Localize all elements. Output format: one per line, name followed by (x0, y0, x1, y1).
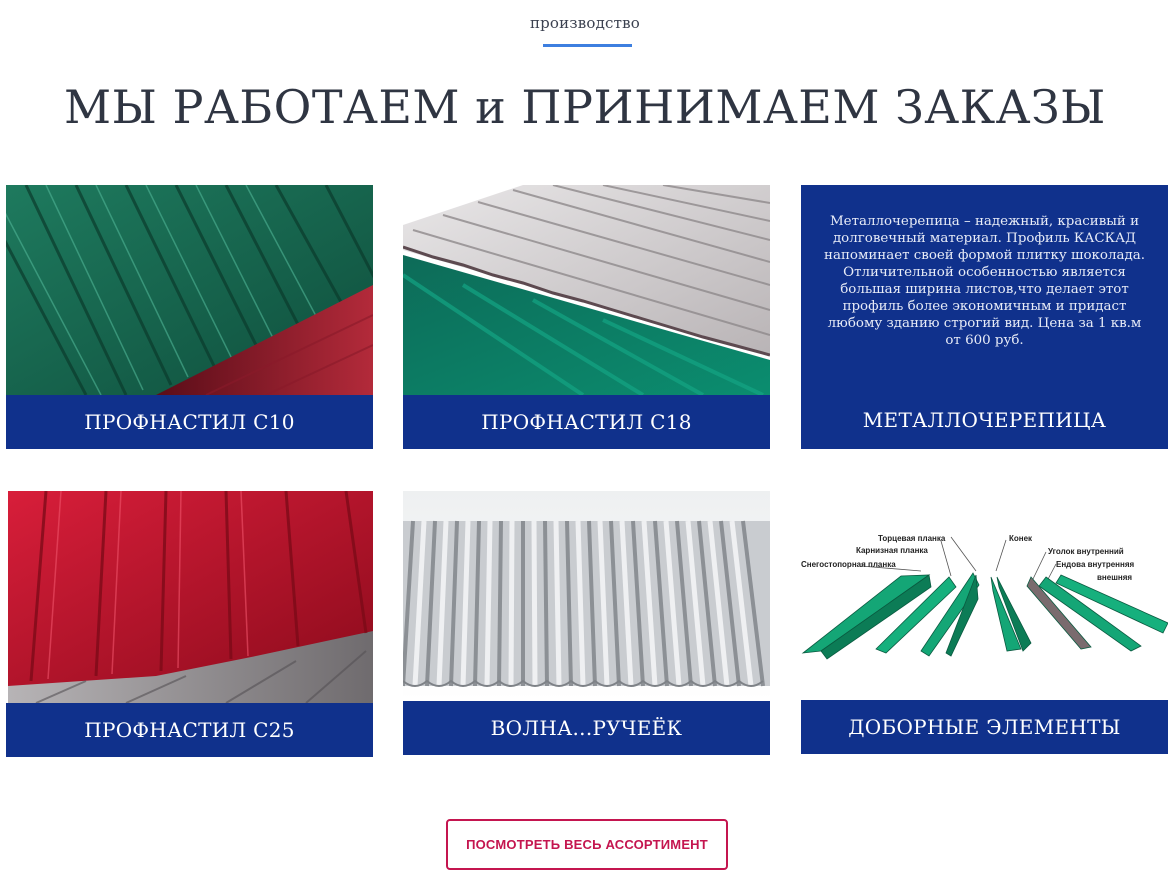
product-card-c18[interactable]: ПРОФНАСТИЛ С18 (403, 185, 770, 449)
product-image-wave (403, 491, 770, 701)
product-image-c18 (403, 185, 770, 395)
card-label: ПРОФНАСТИЛ С10 (6, 395, 373, 449)
diagram-label: Ендова внутренняя (1056, 560, 1135, 569)
card-label: МЕТАЛЛОЧЕРЕПИЦА (801, 393, 1168, 447)
product-card-c25[interactable]: ПРОФНАСТИЛ С25 (6, 491, 373, 757)
section-subtitle: производство (529, 14, 641, 32)
product-card-wave[interactable]: ВОЛНА...РУЧЕЁК (403, 491, 770, 755)
product-card-metal-tile[interactable]: Металлочерепица – надежный, красивый и д… (801, 185, 1168, 449)
card-label: ДОБОРНЫЕ ЭЛЕМЕНТЫ (801, 700, 1168, 754)
diagram-label: Конек (1009, 534, 1033, 543)
page-title: МЫ РАБОТАЕМ и ПРИНИМАЕМ ЗАКАЗЫ (64, 80, 1106, 134)
card-description: Металлочерепица – надежный, красивый и д… (824, 214, 1145, 348)
diagram-label: внешняя (1097, 573, 1132, 582)
view-all-assortment-button[interactable]: ПОСМОТРЕТЬ ВЕСЬ АССОРТИМЕНТ (446, 819, 728, 870)
card-label: ПРОФНАСТИЛ С25 (6, 703, 373, 757)
diagram-label: Торцевая планка (878, 534, 946, 543)
diagram-label: Снегостопорная планка (801, 560, 896, 569)
product-card-trim[interactable]: Торцевая планка Карнизная планка Снегост… (801, 491, 1168, 755)
card-label: ВОЛНА...РУЧЕЁК (403, 701, 770, 755)
product-card-c10[interactable]: ПРОФНАСТИЛ С10 (6, 185, 373, 449)
product-image-c25 (6, 491, 373, 703)
product-image-c10 (6, 185, 373, 395)
subtitle-underline (543, 44, 632, 47)
diagram-label: Карнизная планка (856, 546, 928, 555)
diagram-label: Уголок внутренний (1048, 547, 1124, 556)
product-image-trim: Торцевая планка Карнизная планка Снегост… (801, 491, 1168, 700)
card-label: ПРОФНАСТИЛ С18 (403, 395, 770, 449)
